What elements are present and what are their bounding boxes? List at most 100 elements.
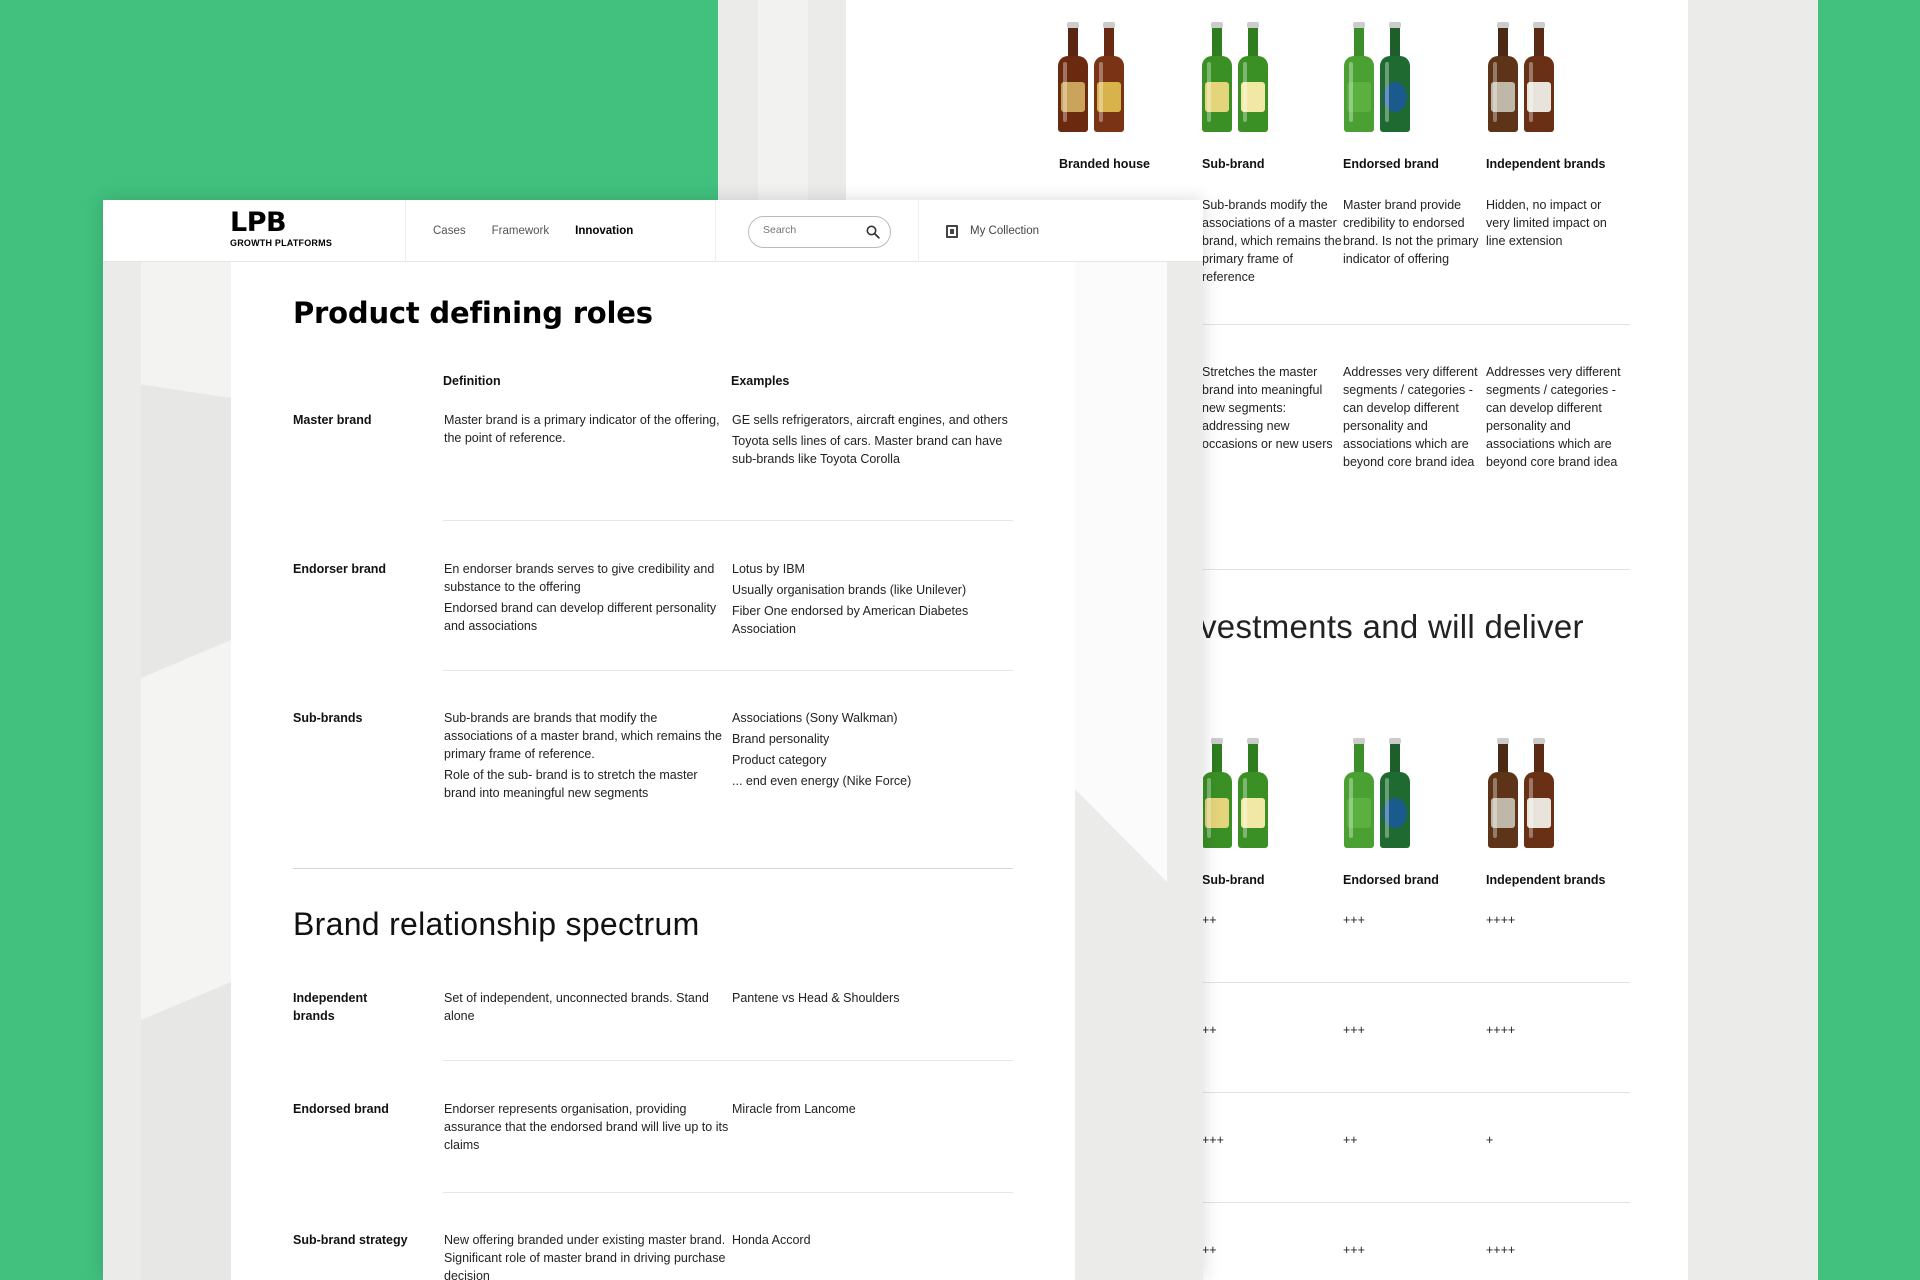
rating: ++ <box>1202 1023 1217 1037</box>
role-examples: Lotus by IBM Usually organisation brands… <box>732 560 1017 641</box>
rating: ++++ <box>1486 1023 1516 1037</box>
main-nav: Cases Framework Innovation <box>405 200 659 262</box>
role-definition: Master brand is a primary indicator of t… <box>444 411 729 450</box>
spectrum-definition: Endorser represents organisation, provid… <box>444 1102 729 1152</box>
example-text: Product category <box>732 753 827 767</box>
rating: +++ <box>1202 1133 1224 1147</box>
nav-framework[interactable]: Framework <box>492 225 550 237</box>
page-decoration <box>1075 262 1167 882</box>
column-title-independent-brands: Independent brands <box>1486 157 1606 171</box>
bottles-endorsed-brand-lower <box>1342 736 1442 848</box>
lpb-logo[interactable]: LPB GROWTH PLATFORMS <box>230 207 333 248</box>
lower-title-independent-brands: Independent brands <box>1486 873 1606 887</box>
logo-text: LPB <box>230 207 287 238</box>
divider <box>443 1060 1013 1061</box>
bottles-sub-brand <box>1200 20 1300 132</box>
back-section-heading: vestments and will deliver <box>1200 608 1584 645</box>
spectrum-label: Independent brands <box>293 991 368 1023</box>
spectrum-label: Sub-brand strategy <box>293 1233 408 1247</box>
role-examples: Associations (Sony Walkman) Brand person… <box>732 709 1017 793</box>
divider <box>1200 982 1630 983</box>
divider <box>443 1192 1013 1193</box>
independent-brands-role: Addresses very different segments / cate… <box>1486 365 1621 469</box>
bottles-sub-brand-lower <box>1200 736 1300 848</box>
divider <box>1200 1202 1630 1203</box>
rating: +++ <box>1343 913 1365 927</box>
example-text: Lotus by IBM <box>732 562 805 576</box>
nav-cases[interactable]: Cases <box>433 225 466 237</box>
rating: +++ <box>1343 1023 1365 1037</box>
role-definition: En endorser brands serves to give credib… <box>444 560 729 638</box>
rating: +++ <box>1343 1243 1365 1257</box>
rating: ++++ <box>1486 1243 1516 1257</box>
section-divider <box>293 868 1013 869</box>
definition-text: Endorsed brand can develop different per… <box>444 601 717 633</box>
page-decoration <box>141 640 231 1020</box>
spectrum-label: Endorsed brand <box>293 1102 389 1116</box>
spectrum-example: Honda Accord <box>732 1233 811 1247</box>
section-title: Brand relationship spectrum <box>293 906 700 942</box>
book-icon <box>946 224 958 238</box>
rating: + <box>1486 1133 1494 1147</box>
definition-text: Role of the sub- brand is to stretch the… <box>444 768 698 800</box>
spectrum-definition: Set of independent, unconnected brands. … <box>444 991 709 1023</box>
main-content: Product defining roles Definition Exampl… <box>231 262 1075 1280</box>
spectrum-example: Miracle from Lancome <box>732 1102 856 1116</box>
definition-text: Sub-brands are brands that modify the as… <box>444 711 722 761</box>
rating: ++ <box>1202 913 1217 927</box>
column-title-sub-brand: Sub-brand <box>1202 157 1265 171</box>
search-input[interactable] <box>763 224 863 236</box>
example-text: GE sells refrigerators, aircraft engines… <box>732 413 1008 427</box>
example-text: Fiber One endorsed by American Diabetes … <box>732 604 969 636</box>
column-header-examples: Examples <box>731 374 790 388</box>
endorsed-brand-definition: Master brand provide credibility to endo… <box>1343 198 1479 266</box>
column-header-definition: Definition <box>443 374 501 388</box>
role-label: Master brand <box>293 413 372 427</box>
example-text: ... end even energy (Nike Force) <box>732 774 912 788</box>
bottles-endorsed-brand <box>1342 20 1442 132</box>
bottles-independent-brands <box>1486 20 1586 132</box>
bottles-branded-house <box>1056 20 1156 132</box>
column-title-branded-house: Branded house <box>1059 157 1150 171</box>
sub-brand-definition: Sub-brands modify the associations of a … <box>1202 198 1342 284</box>
role-label: Endorser brand <box>293 562 387 576</box>
example-text: Associations (Sony Walkman) <box>732 711 898 725</box>
example-text: Brand personality <box>732 732 830 746</box>
my-collection-label: My Collection <box>970 225 1040 237</box>
nav-separator <box>918 200 919 262</box>
divider <box>443 670 1013 671</box>
sub-brand-role: Stretches the master brand into meaningf… <box>1202 365 1333 451</box>
divider <box>1200 1092 1630 1093</box>
page-title: Product defining roles <box>293 296 653 330</box>
search-icon[interactable] <box>866 225 880 239</box>
example-text: Toyota sells lines of cars. Master brand… <box>732 434 1003 466</box>
nav-separator <box>715 200 716 262</box>
role-label: Sub-brands <box>293 711 363 725</box>
role-examples: GE sells refrigerators, aircraft engines… <box>732 411 1017 471</box>
divider <box>443 520 1013 521</box>
divider <box>1200 324 1630 325</box>
rating: ++ <box>1202 1243 1217 1257</box>
lower-title-sub-brand: Sub-brand <box>1202 873 1265 887</box>
definition-text: Master brand is a primary indicator of t… <box>444 413 720 445</box>
lower-title-endorsed-brand: Endorsed brand <box>1343 873 1439 887</box>
column-title-endorsed-brand: Endorsed brand <box>1343 157 1439 171</box>
independent-brands-definition: Hidden, no impact or very limited impact… <box>1486 198 1607 248</box>
nav-innovation[interactable]: Innovation <box>575 225 633 237</box>
bottles-independent-brands-lower <box>1486 736 1586 848</box>
top-navigation-bar: LPB GROWTH PLATFORMS Cases Framework Inn… <box>103 200 1203 262</box>
rating: ++ <box>1343 1133 1358 1147</box>
search-box[interactable] <box>748 216 891 248</box>
endorsed-brand-role: Addresses very different segments / cate… <box>1343 365 1478 469</box>
divider <box>1200 569 1630 570</box>
example-text: Usually organisation brands (like Unilev… <box>732 583 967 597</box>
definition-text: En endorser brands serves to give credib… <box>444 562 715 594</box>
spectrum-example: Pantene vs Head & Shoulders <box>732 991 900 1005</box>
role-definition: Sub-brands are brands that modify the as… <box>444 709 729 805</box>
front-page: LPB GROWTH PLATFORMS Cases Framework Inn… <box>103 200 1203 1280</box>
spectrum-definition: New offering branded under existing mast… <box>444 1233 726 1280</box>
logo-subtitle: GROWTH PLATFORMS <box>230 238 333 248</box>
page-decoration <box>141 262 231 398</box>
my-collection-link[interactable]: My Collection <box>946 200 1039 262</box>
rating: ++++ <box>1486 913 1516 927</box>
